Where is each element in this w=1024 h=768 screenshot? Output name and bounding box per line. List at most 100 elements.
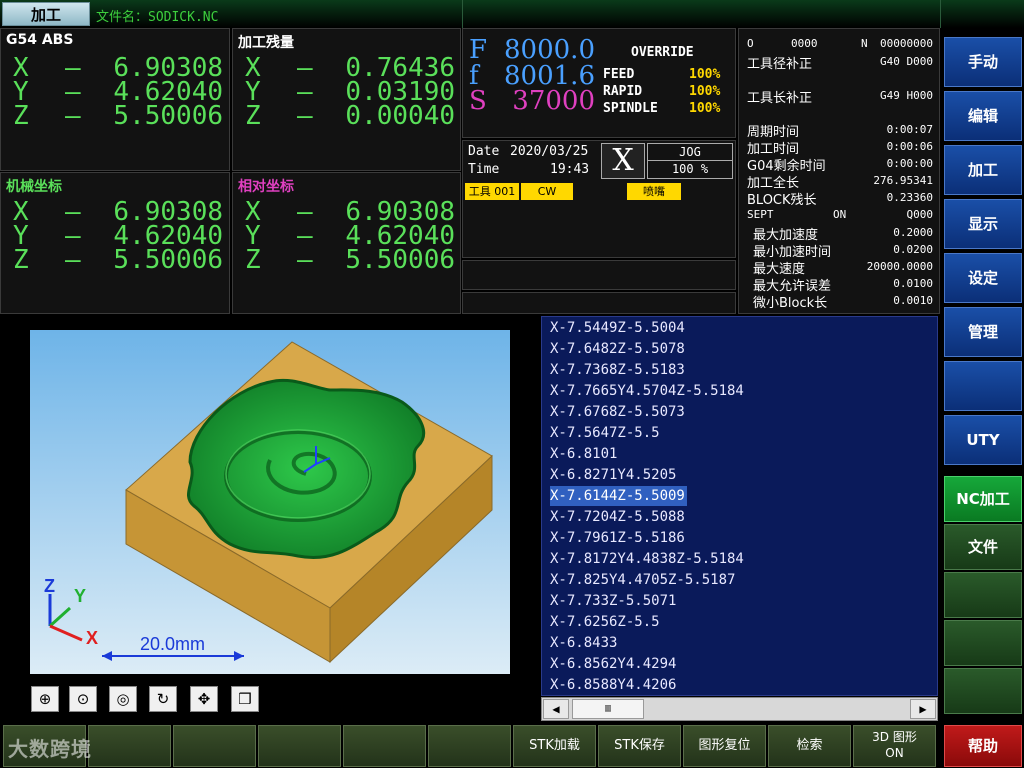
program-line[interactable]: X-7.6768Z-5.5073 [550, 402, 685, 422]
program-line[interactable]: X-7.7368Z-5.5183 [550, 360, 685, 380]
search-button[interactable]: 检索 [768, 725, 851, 767]
remaining-row-z: Z —0.00040 [245, 101, 455, 131]
override-rapid-value: 100% [689, 84, 721, 99]
override-rapid-label: RAPID [603, 84, 643, 99]
axis-z-label: Z [44, 576, 55, 596]
remaining-row-y: Y —0.03190 [245, 77, 455, 107]
scroll-left-icon[interactable]: ◀ [543, 699, 569, 719]
program-line[interactable]: X-7.6256Z-5.5 [550, 612, 660, 632]
zoom-fit-icon[interactable]: ⊕ [31, 686, 59, 712]
mode-tab[interactable]: 加工 [2, 2, 90, 26]
side-button-edit[interactable]: 编辑 [944, 91, 1022, 141]
pan-icon[interactable]: ✥ [190, 686, 218, 712]
nc-program-list[interactable]: X-7.5449Z-5.5004 X-7.6482Z-5.5078 X-7.73… [541, 316, 938, 696]
n-label: N [861, 37, 868, 50]
title-divider [462, 0, 463, 28]
override-spindle-value: 100% [689, 101, 721, 116]
3d-graphic-view[interactable]: Z Y X 20.0mm [30, 330, 510, 674]
date-time-panel: Date 2020/03/25 Time 19:43 X JOG 100 % 工… [462, 140, 736, 258]
program-line[interactable]: X-6.8433 [550, 633, 617, 653]
g54-title: G54 ABS [6, 32, 74, 48]
sept-param-value: 0.2000 [893, 226, 933, 239]
function-key-4[interactable] [258, 725, 341, 767]
sept-on: ON [833, 208, 847, 221]
graphic-reset-button[interactable]: 图形复位 [683, 725, 766, 767]
function-key-6[interactable] [428, 725, 511, 767]
horizontal-scrollbar[interactable]: ◀ ▥ ▶ [541, 697, 938, 721]
machine-row-x: X —6.90308 [13, 197, 223, 227]
file-name-label: 文件名：SODICK.NC [96, 10, 219, 25]
workpiece-render: Z Y X 20.0mm [44, 341, 493, 664]
g54-row-y: Y —4.62040 [13, 77, 223, 107]
program-line[interactable]: X-7.733Z-5.5071 [550, 591, 676, 611]
machining-info-panel: O 0000 N 00000000 工具径补正 G40 D000 工具长补正 G… [738, 28, 940, 314]
program-line[interactable]: X-6.8271Y4.5205 [550, 465, 676, 485]
zoom-in-icon[interactable]: ⊙ [69, 686, 97, 712]
function-key-3[interactable] [173, 725, 256, 767]
sept-param-value: 20000.0000 [866, 260, 933, 273]
side-button-blank[interactable] [944, 572, 1022, 618]
jog-axis-indicator: X [601, 143, 645, 179]
date-label: Date [468, 144, 500, 159]
side-button-uty[interactable]: UTY [944, 415, 1022, 465]
program-line[interactable]: X-7.8172Y4.4838Z-5.5184 [550, 549, 744, 569]
remaining-title: 加工残量 [238, 35, 294, 51]
program-line[interactable]: X-6.8101 [550, 444, 617, 464]
sept-param-value: 0.0010 [893, 294, 933, 307]
machine-row-z: Z —5.50006 [13, 245, 223, 275]
sept-value: Q000 [906, 208, 934, 221]
side-button-settings[interactable]: 设定 [944, 253, 1022, 303]
tool-length-label: 工具长补正 [747, 91, 813, 106]
tool-length-value: G49 H000 [880, 89, 933, 102]
side-button-nc-machining[interactable]: NC加工 [944, 476, 1022, 522]
side-button-machining[interactable]: 加工 [944, 145, 1022, 195]
zoom-area-icon[interactable]: ◎ [109, 686, 137, 712]
function-key-2[interactable] [88, 725, 171, 767]
side-button-blank[interactable] [944, 668, 1022, 714]
rotate-icon[interactable]: ↻ [149, 686, 177, 712]
scroll-thumb[interactable]: ▥ [572, 699, 644, 719]
override-spindle-label: SPINDLE [603, 101, 658, 116]
override-feed-label: FEED [603, 67, 635, 82]
g54-abs-panel: G54 ABS X —6.90308 Y —4.62040 Z —5.50006 [0, 28, 230, 171]
stk-save-button[interactable]: STK保存 [598, 725, 681, 767]
program-line[interactable]: X-7.5647Z-5.5 [550, 423, 660, 443]
info-label: BLOCK残长 [747, 193, 817, 208]
nozzle-tag: 喷嘴 [627, 183, 681, 200]
program-line[interactable]: X-6.8588Y4.4206 [550, 675, 676, 695]
function-key-5[interactable] [343, 725, 426, 767]
relative-coord-panel: 相对坐标 X —6.90308 Y —4.62040 Z —5.50006 [232, 172, 461, 314]
g54-row-x: X —6.90308 [13, 53, 223, 83]
side-button-manage[interactable]: 管理 [944, 307, 1022, 357]
view-3d-icon[interactable]: ❒ [231, 686, 259, 712]
side-button-display[interactable]: 显示 [944, 199, 1022, 249]
program-line[interactable]: X-7.7961Z-5.5186 [550, 528, 685, 548]
title-divider [940, 0, 941, 28]
program-line[interactable]: X-7.825Y4.4705Z-5.5187 [550, 570, 735, 590]
side-button-blank[interactable] [944, 620, 1022, 666]
side-button-file[interactable]: 文件 [944, 524, 1022, 570]
side-button-manual[interactable]: 手动 [944, 37, 1022, 87]
relative-row-x: X —6.90308 [245, 197, 455, 227]
program-line[interactable]: X-7.7204Z-5.5088 [550, 507, 685, 527]
info-value: 0:00:07 [886, 123, 933, 136]
stk-load-button[interactable]: STK加载 [513, 725, 596, 767]
program-line[interactable]: X-6.8562Y4.4294 [550, 654, 676, 674]
time-label: Time [468, 162, 500, 177]
override-title: OVERRIDE [631, 45, 694, 60]
3d-graphic-toggle[interactable]: 3D 图形 ON [853, 725, 936, 767]
axis-x-label: X [86, 628, 98, 648]
remaining-panel: 加工残量 X —0.76436 Y —0.03190 Z —0.00040 [232, 28, 461, 171]
time-value: 19:43 [550, 162, 590, 177]
sept-param-label: 微小Block长 [753, 296, 828, 311]
program-line[interactable]: X-7.7665Y4.5704Z-5.5184 [550, 381, 744, 401]
help-button[interactable]: 帮助 [944, 725, 1022, 767]
relative-row-z: Z —5.50006 [245, 245, 455, 275]
program-line-selected[interactable]: X-7.6144Z-5.5009 [550, 486, 687, 506]
side-button-blank[interactable] [944, 361, 1022, 411]
sept-label: SEPT [747, 208, 774, 221]
program-line[interactable]: X-7.5449Z-5.5004 [550, 318, 685, 338]
program-line[interactable]: X-7.6482Z-5.5078 [550, 339, 685, 359]
axis-y-label: Y [74, 586, 86, 606]
scroll-right-icon[interactable]: ▶ [910, 699, 936, 719]
